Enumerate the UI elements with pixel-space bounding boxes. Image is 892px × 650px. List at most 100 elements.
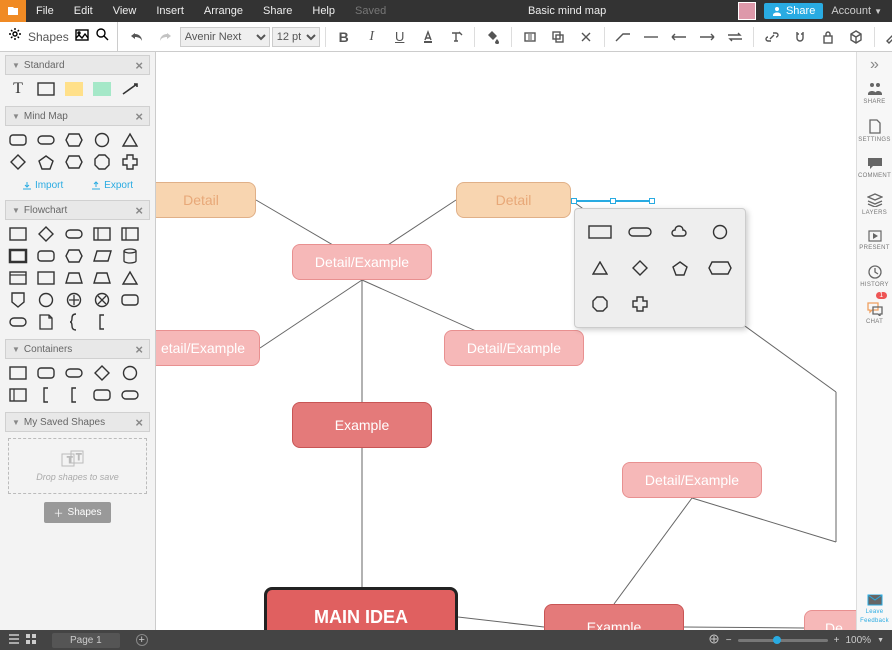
shape-circle[interactable] bbox=[36, 292, 56, 308]
shape-roundrect[interactable] bbox=[8, 132, 28, 148]
panel-standard-header[interactable]: ▼Standard× bbox=[5, 55, 150, 75]
menu-insert[interactable]: Insert bbox=[146, 5, 194, 17]
shape-cross[interactable] bbox=[120, 154, 140, 170]
font-size-select[interactable]: 12 pt bbox=[272, 27, 320, 47]
popup-shape-cross[interactable] bbox=[625, 291, 655, 317]
search-icon[interactable] bbox=[95, 27, 109, 46]
close-icon[interactable]: × bbox=[135, 58, 143, 73]
popup-shape-circle[interactable] bbox=[705, 219, 735, 245]
add-shapes-button[interactable]: ＋Shapes bbox=[44, 502, 112, 523]
expand-sidebar-button[interactable]: » bbox=[857, 56, 892, 74]
menu-help[interactable]: Help bbox=[302, 5, 345, 17]
shape-hex[interactable] bbox=[64, 154, 84, 170]
close-icon[interactable]: × bbox=[135, 203, 143, 218]
app-logo[interactable] bbox=[0, 0, 26, 22]
shape-rect-fill-g[interactable] bbox=[92, 81, 112, 97]
shape-rect-thick[interactable] bbox=[8, 248, 28, 264]
popup-shape-octagon[interactable] bbox=[585, 291, 615, 317]
export-button[interactable]: Export bbox=[91, 180, 133, 191]
popup-shape-pill[interactable] bbox=[625, 219, 655, 245]
shape-rect-fill-y[interactable] bbox=[64, 81, 84, 97]
shape-rect[interactable] bbox=[8, 226, 28, 242]
shape-roundrect[interactable] bbox=[92, 387, 112, 403]
gear-icon[interactable] bbox=[8, 27, 22, 46]
shape-rect[interactable] bbox=[8, 365, 28, 381]
close-icon[interactable]: × bbox=[135, 415, 143, 430]
wrench-button[interactable] bbox=[880, 24, 892, 50]
page-tab[interactable]: Page 1 bbox=[52, 633, 120, 648]
shape-diamond[interactable] bbox=[92, 365, 112, 381]
node-example1[interactable]: Example bbox=[292, 402, 432, 448]
shape-octagon[interactable] bbox=[92, 154, 112, 170]
menu-edit[interactable]: Edit bbox=[64, 5, 103, 17]
menu-file[interactable]: File bbox=[26, 5, 64, 17]
undo-button[interactable] bbox=[124, 24, 150, 50]
rs-settings[interactable]: SETTINGS bbox=[857, 111, 892, 149]
shape-arrow[interactable] bbox=[120, 81, 140, 97]
shape-diamond[interactable] bbox=[8, 154, 28, 170]
grid-view-icon[interactable] bbox=[26, 634, 36, 647]
image-icon[interactable] bbox=[75, 28, 89, 46]
shape-pentagon[interactable] bbox=[36, 154, 56, 170]
popup-shape-triangle[interactable] bbox=[585, 255, 615, 281]
menu-arrange[interactable]: Arrange bbox=[194, 5, 253, 17]
shape-circle-x[interactable] bbox=[92, 292, 112, 308]
lock-button[interactable] bbox=[815, 24, 841, 50]
line-style-button[interactable] bbox=[610, 24, 636, 50]
node-detex4[interactable]: Detail/Example bbox=[622, 462, 762, 498]
shape-rect[interactable] bbox=[36, 270, 56, 286]
fill-color-button[interactable] bbox=[480, 24, 506, 50]
user-avatar[interactable] bbox=[738, 2, 756, 20]
feedback-button[interactable]: Leave Feedback bbox=[857, 586, 892, 630]
swap-ends-button[interactable] bbox=[722, 24, 748, 50]
shape-bracket[interactable] bbox=[92, 314, 112, 330]
shape-brace[interactable] bbox=[64, 314, 84, 330]
shape-rect-side[interactable] bbox=[8, 387, 28, 403]
popup-shape-rect[interactable] bbox=[585, 219, 615, 245]
shape-bracket[interactable] bbox=[64, 387, 84, 403]
shape-rect-side[interactable] bbox=[120, 226, 140, 242]
panel-flowchart-header[interactable]: ▼Flowchart× bbox=[5, 200, 150, 220]
shape-shield[interactable] bbox=[8, 292, 28, 308]
node-detail2[interactable]: Detail bbox=[456, 182, 571, 218]
canvas[interactable]: Detail Detail Detail/Example etail/Example D… bbox=[156, 52, 856, 630]
node-det5[interactable]: De bbox=[804, 610, 856, 630]
shape-hex[interactable] bbox=[64, 248, 84, 264]
popup-shape-cloud[interactable] bbox=[665, 219, 695, 245]
shape-roundrect[interactable] bbox=[36, 365, 56, 381]
shape-triangle[interactable] bbox=[120, 132, 140, 148]
import-button[interactable]: Import bbox=[22, 180, 63, 191]
shape-rect-side[interactable] bbox=[92, 226, 112, 242]
panel-saved-header[interactable]: ▼My Saved Shapes× bbox=[5, 412, 150, 432]
shape-rect[interactable] bbox=[36, 81, 56, 97]
shape-triangle[interactable] bbox=[120, 270, 140, 286]
rs-layers[interactable]: LAYERS bbox=[857, 185, 892, 222]
shape-roundrect[interactable] bbox=[120, 292, 140, 308]
node-detail1[interactable]: Detail bbox=[156, 182, 256, 218]
align-button[interactable] bbox=[517, 24, 543, 50]
shape-trapezoid[interactable] bbox=[64, 270, 84, 286]
account-menu[interactable]: Account ▼ bbox=[831, 5, 882, 17]
rs-history[interactable]: HISTORY bbox=[857, 257, 892, 294]
arrow-start-button[interactable] bbox=[666, 24, 692, 50]
zoom-slider[interactable] bbox=[738, 639, 828, 642]
shape-pill[interactable] bbox=[8, 314, 28, 330]
rs-share[interactable]: SHARE bbox=[857, 74, 892, 111]
shape-trapezoid[interactable] bbox=[92, 270, 112, 286]
arrow-end-button[interactable] bbox=[694, 24, 720, 50]
cube-button[interactable] bbox=[843, 24, 869, 50]
shape-hex[interactable] bbox=[64, 132, 84, 148]
link-button[interactable] bbox=[759, 24, 785, 50]
shape-roundrect[interactable] bbox=[36, 248, 56, 264]
clear-format-button[interactable] bbox=[443, 24, 469, 50]
close-icon[interactable]: × bbox=[135, 109, 143, 124]
shape-circle[interactable] bbox=[120, 365, 140, 381]
outline-view-icon[interactable] bbox=[8, 634, 20, 647]
shape-pill[interactable] bbox=[64, 226, 84, 242]
selection-handle[interactable] bbox=[574, 200, 652, 202]
magnet-button[interactable] bbox=[787, 24, 813, 50]
zoom-level[interactable]: 100% bbox=[845, 635, 871, 646]
shape-note[interactable] bbox=[36, 314, 56, 330]
node-detex2[interactable]: etail/Example bbox=[156, 330, 260, 366]
shape-bracket[interactable] bbox=[36, 387, 56, 403]
